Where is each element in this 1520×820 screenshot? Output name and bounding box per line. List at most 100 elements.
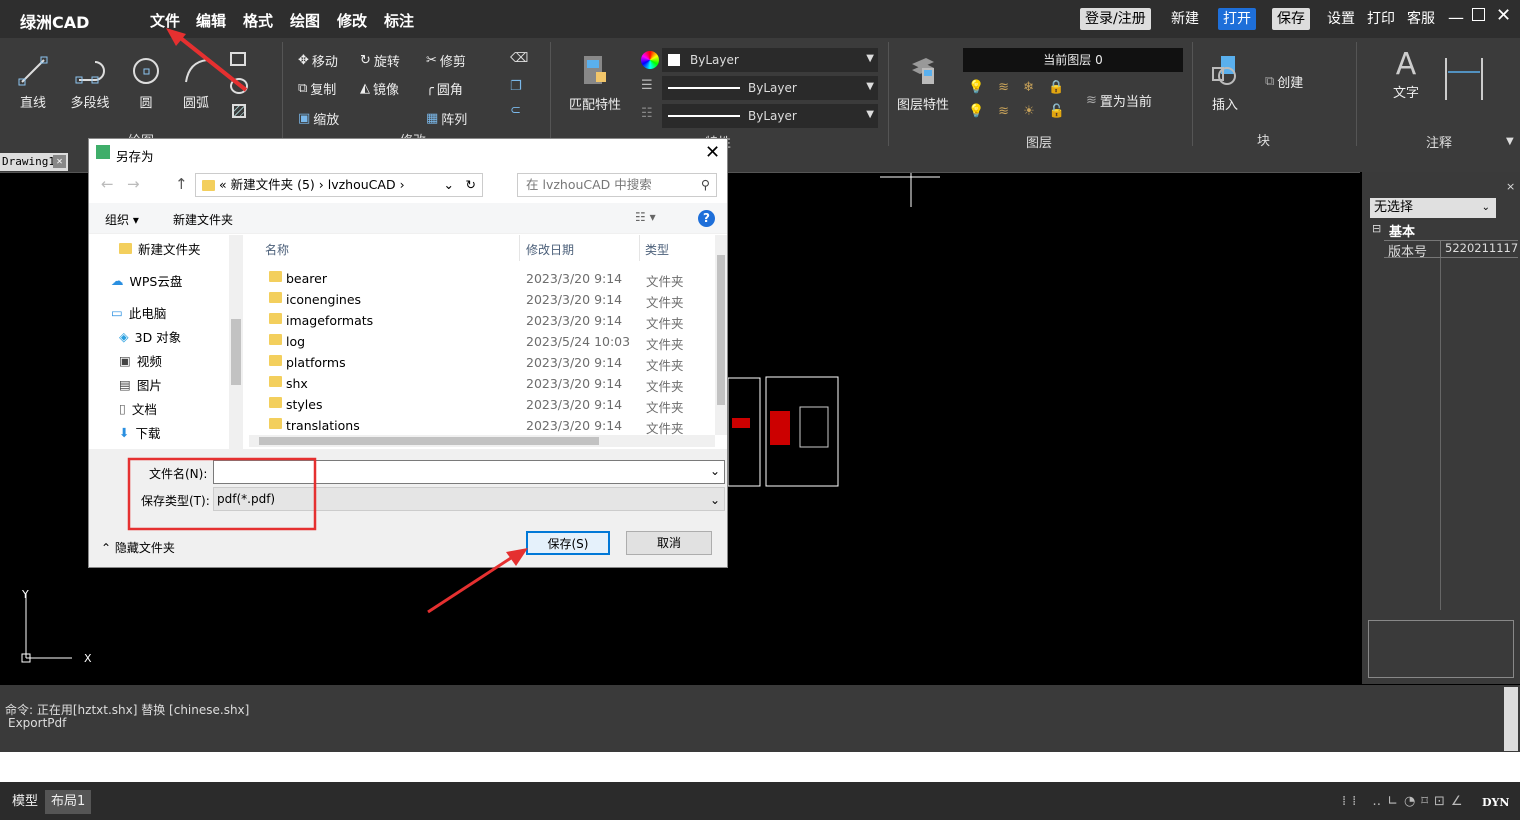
current-layer-dropdown[interactable]: 当前图层 0 xyxy=(963,48,1183,72)
layer-state-icons-row1[interactable]: 💡≋❄🔒 xyxy=(968,80,1078,95)
arc-tool[interactable]: 圆弧 xyxy=(178,56,214,111)
fillet-tool[interactable]: ╭ 圆角 xyxy=(426,79,463,98)
layer-state-icons-row2[interactable]: 💡≋☀🔓 xyxy=(968,104,1079,119)
insert-block-tool[interactable]: 插入 xyxy=(1204,54,1246,113)
line-tool[interactable]: 直线 xyxy=(14,56,52,111)
command-input[interactable] xyxy=(0,752,1520,782)
dyn-toggle[interactable]: DYN xyxy=(1482,796,1509,809)
ribbon-expand-icon[interactable]: ▼ xyxy=(1506,136,1514,147)
file-row[interactable]: translations 2023/3/20 9:14 文件夹 xyxy=(245,415,715,436)
ellipse-tool[interactable] xyxy=(230,78,248,94)
dialog-save-button[interactable]: 保存(S) xyxy=(526,531,610,555)
menu-dimension[interactable]: 标注 xyxy=(384,10,414,31)
column-date[interactable]: 修改日期 xyxy=(526,241,574,258)
trim-tool[interactable]: ✂ 修剪 xyxy=(426,51,466,70)
file-row[interactable]: iconengines 2023/3/20 9:14 文件夹 xyxy=(245,289,715,310)
close-panel-icon[interactable]: × xyxy=(1506,180,1515,193)
horizontal-scrollbar[interactable] xyxy=(249,435,715,447)
dialog-cancel-button[interactable]: 取消 xyxy=(626,531,712,555)
command-scrollbar[interactable] xyxy=(1504,687,1518,751)
nav-item[interactable]: 新建文件夹 xyxy=(119,239,201,258)
tab-model[interactable]: 模型 xyxy=(6,790,44,814)
lineweight-dropdown[interactable]: ByLayer ▼ xyxy=(662,104,878,128)
move-tool[interactable]: ✥ 移动 xyxy=(298,51,338,70)
column-name[interactable]: 名称 xyxy=(265,241,289,258)
address-bar[interactable]: « 新建文件夹 (5) › lvzhouCAD › ⌄ ↻ xyxy=(195,173,483,197)
menu-file[interactable]: 文件 xyxy=(150,10,180,31)
selection-dropdown[interactable]: 无选择 ⌄ xyxy=(1370,198,1496,218)
nav-item[interactable]: ☁ WPS云盘 xyxy=(111,271,182,290)
nav-item[interactable]: ⬇ 下载 xyxy=(119,423,161,442)
new-button[interactable]: 新建 xyxy=(1166,8,1204,30)
color-dropdown[interactable]: ByLayer ▼ xyxy=(662,48,878,72)
hatch-tool[interactable] xyxy=(232,104,246,118)
layer-properties-tool[interactable]: 图层特性 xyxy=(895,54,951,113)
file-row[interactable]: shx 2023/3/20 9:14 文件夹 xyxy=(245,373,715,394)
login-button[interactable]: 登录/注册 xyxy=(1080,8,1151,30)
nav-item[interactable]: ▯ 文档 xyxy=(119,399,157,418)
settings-button[interactable]: 设置 xyxy=(1322,8,1360,30)
menu-modify[interactable]: 修改 xyxy=(337,10,367,31)
scroll-thumb[interactable] xyxy=(259,437,599,445)
offset-icon[interactable]: ❐ xyxy=(510,79,522,94)
erase-icon[interactable]: ⌫ xyxy=(510,51,528,66)
filename-input[interactable]: ⌄ xyxy=(213,460,725,484)
print-button[interactable]: 打印 xyxy=(1362,8,1400,30)
hide-folders-toggle[interactable]: ⌃ 隐藏文件夹 xyxy=(101,539,175,556)
file-row[interactable]: imageformats 2023/3/20 9:14 文件夹 xyxy=(245,310,715,331)
nav-item[interactable]: ▣ 视频 xyxy=(119,351,162,370)
rotate-tool[interactable]: ↻ 旋转 xyxy=(360,51,400,70)
nav-item[interactable]: ◈ 3D 对象 xyxy=(119,327,181,346)
nav-scrollbar[interactable] xyxy=(229,235,243,449)
close-button[interactable]: ✕ xyxy=(1496,5,1511,26)
match-properties-tool[interactable]: 匹配特性 xyxy=(566,54,624,113)
text-tool[interactable]: A 文字 xyxy=(1386,48,1426,102)
copy-tool[interactable]: ⧉ 复制 xyxy=(298,79,336,98)
tab-layout1[interactable]: 布局1 xyxy=(45,790,92,814)
collapse-icon[interactable]: ⊟ xyxy=(1372,222,1381,235)
support-button[interactable]: 客服 xyxy=(1402,8,1440,30)
set-current-layer-button[interactable]: ≋ 置为当前 xyxy=(1086,91,1152,110)
back-button[interactable]: ← xyxy=(101,175,114,193)
mirror-tool[interactable]: ◭ 镜像 xyxy=(360,79,399,98)
breadcrumb-item[interactable]: lvzhouCAD xyxy=(328,177,396,192)
save-button[interactable]: 保存 xyxy=(1272,8,1310,30)
dialog-close-button[interactable]: ✕ xyxy=(705,142,720,163)
close-tab-icon[interactable]: ✕ xyxy=(53,155,66,168)
breadcrumb-item[interactable]: 新建文件夹 (5) xyxy=(231,177,315,192)
view-options-icon[interactable]: ☷ ▾ xyxy=(635,210,656,224)
chevron-down-icon[interactable]: ⌄ xyxy=(710,464,720,478)
column-type[interactable]: 类型 xyxy=(645,241,669,258)
menu-edit[interactable]: 编辑 xyxy=(196,10,226,31)
file-row[interactable]: log 2023/5/24 10:03 文件夹 xyxy=(245,331,715,352)
up-button[interactable]: ↑ xyxy=(175,175,188,193)
polyline-tool[interactable]: 多段线 xyxy=(66,56,114,111)
tab-drawing1[interactable]: Drawing1 ✕ xyxy=(0,153,68,171)
file-row[interactable]: platforms 2023/3/20 9:14 文件夹 xyxy=(245,352,715,373)
explode-icon[interactable]: ⊂ xyxy=(510,103,521,118)
scale-tool[interactable]: ▣ 缩放 xyxy=(298,109,339,128)
chevron-down-icon[interactable]: ⌄ xyxy=(444,174,454,196)
filetype-dropdown[interactable]: pdf(*.pdf) ⌄ xyxy=(213,487,725,511)
help-icon[interactable]: ? xyxy=(698,210,715,227)
array-tool[interactable]: ▦ 阵列 xyxy=(426,109,467,128)
status-toggle-icons[interactable]: ⁞⁞ ‥∟◔⌑⊡∠ xyxy=(1342,794,1469,809)
linetype-dropdown[interactable]: ByLayer ▼ xyxy=(662,76,878,100)
open-button[interactable]: 打开 xyxy=(1218,8,1256,30)
command-area[interactable]: 命令: 正在用[hztxt.shx] 替换 [chinese.shx] Expo… xyxy=(0,685,1520,752)
refresh-icon[interactable]: ↻ xyxy=(466,174,476,196)
menu-format[interactable]: 格式 xyxy=(243,10,273,31)
circle-tool[interactable]: 圆 xyxy=(128,56,164,111)
rectangle-tool[interactable] xyxy=(230,52,246,66)
minimize-button[interactable]: — xyxy=(1448,8,1464,27)
file-row[interactable]: styles 2023/3/20 9:14 文件夹 xyxy=(245,394,715,415)
menu-draw[interactable]: 绘图 xyxy=(290,10,320,31)
dimension-icon[interactable] xyxy=(1442,56,1492,102)
search-input[interactable]: 在 lvzhouCAD 中搜索 ⚲ xyxy=(517,173,717,197)
nav-item[interactable]: ▤ 图片 xyxy=(119,375,162,394)
file-list-scrollbar[interactable] xyxy=(715,235,727,435)
nav-item[interactable]: ▭ 此电脑 xyxy=(111,303,166,322)
new-folder-button[interactable]: 新建文件夹 xyxy=(173,211,233,228)
create-block-button[interactable]: ⧉ 创建 xyxy=(1265,72,1303,91)
organize-button[interactable]: 组织 ▾ xyxy=(105,211,139,228)
